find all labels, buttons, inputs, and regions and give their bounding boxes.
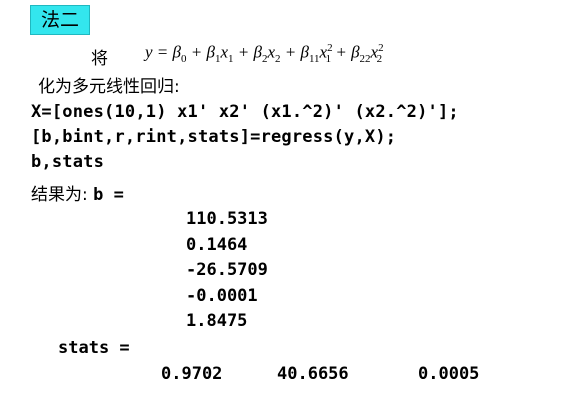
- stats-value-1: 0.9702: [161, 364, 223, 384]
- intro-text: 化为多元线性回归:: [38, 77, 180, 97]
- b-value-3: -26.5709: [186, 260, 268, 280]
- code-line-1: X=[ones(10,1) x1' x2' (x1.^2)' (x2.^2)']…: [31, 102, 459, 122]
- section-title: 法二: [30, 5, 90, 35]
- b-value-5: 1.8475: [186, 311, 248, 331]
- result-label-var: b =: [93, 185, 124, 205]
- code-line-3: b,stats: [31, 152, 105, 172]
- result-label: 结果为: b =: [31, 180, 124, 205]
- code-line-2: [b,bint,r,rint,stats]=regress(y,X);: [31, 127, 397, 147]
- stats-value-3: 0.0005: [418, 364, 480, 384]
- stats-label: stats =: [58, 338, 130, 358]
- b-value-2: 0.1464: [186, 235, 248, 255]
- stats-value-2: 40.6656: [277, 364, 349, 384]
- result-label-text: 结果为:: [31, 185, 94, 205]
- b-value-4: -0.0001: [186, 286, 258, 306]
- equation-prefix: 将: [91, 49, 108, 69]
- regression-equation: y = β0 + β1x1 + β2x2 + β11x21 + β22x22: [145, 42, 384, 66]
- b-value-1: 110.5313: [186, 209, 268, 229]
